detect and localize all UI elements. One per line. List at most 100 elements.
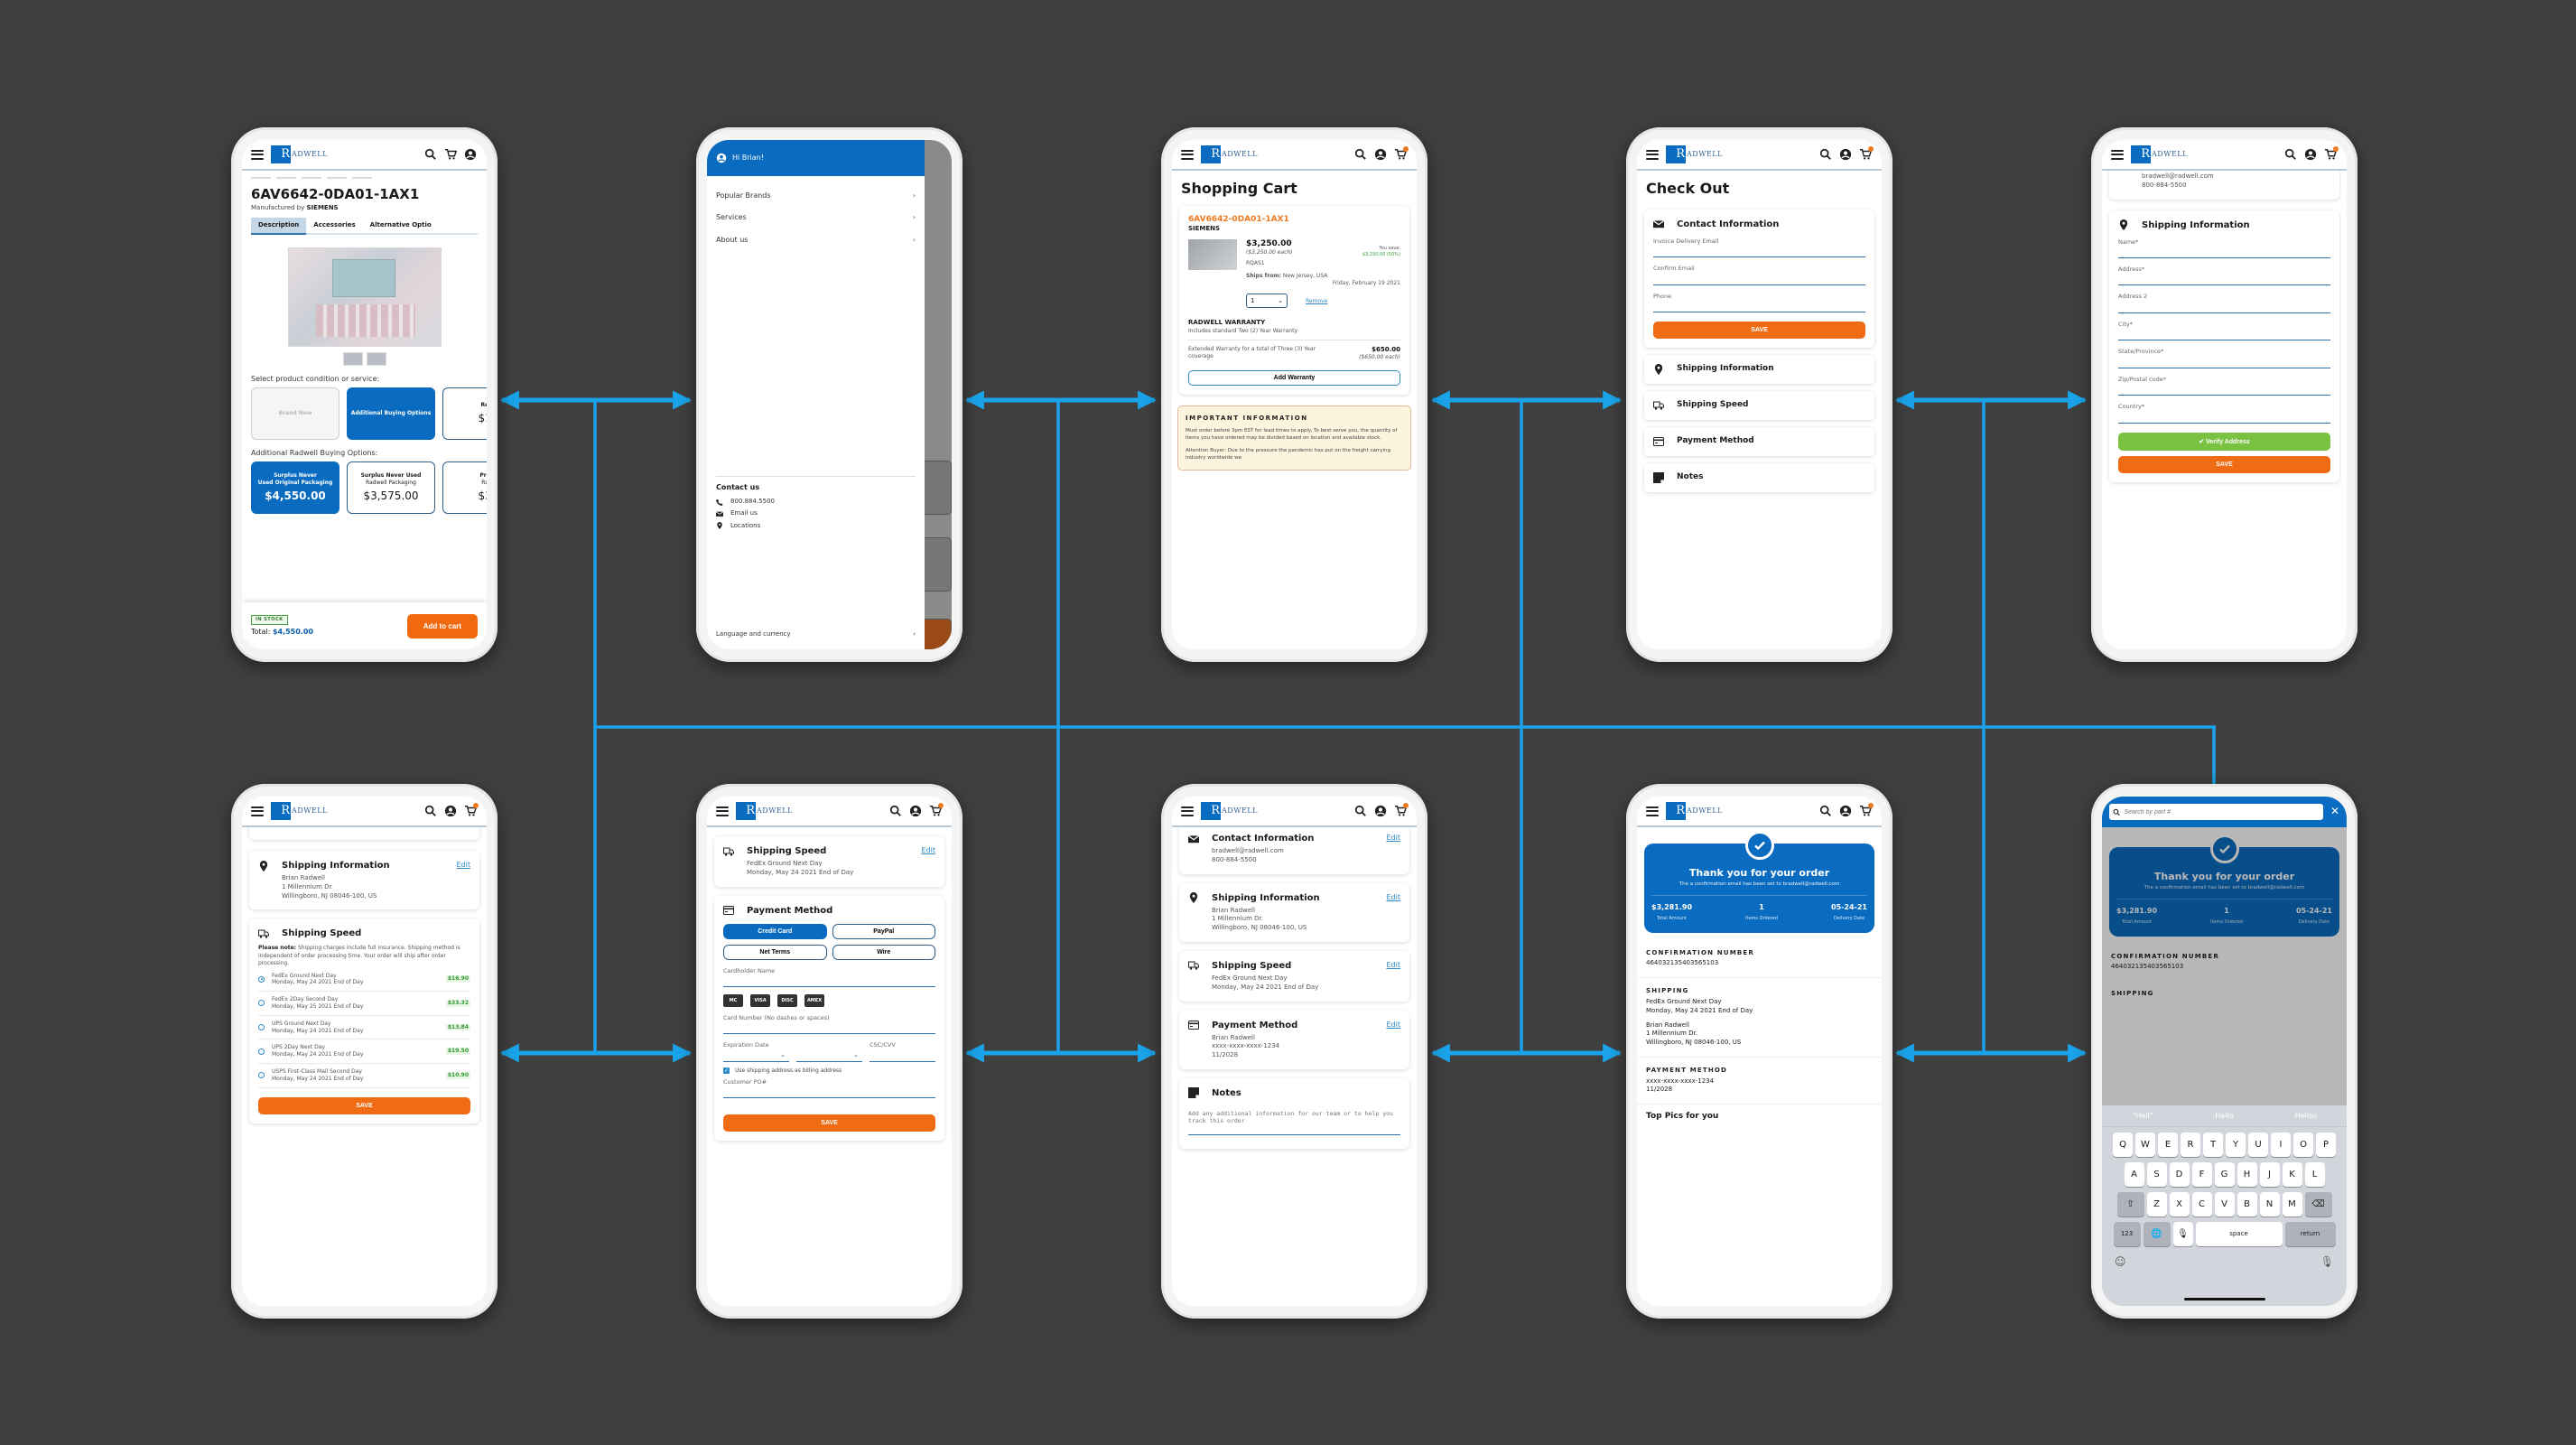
phone-input[interactable] — [1653, 300, 1865, 313]
country-input[interactable] — [2118, 410, 2330, 424]
condition-option-repair[interactable]: Rep$1, — [442, 387, 487, 441]
csc-input[interactable] — [870, 1049, 935, 1062]
radio-button[interactable] — [258, 1000, 265, 1007]
search-icon[interactable] — [423, 147, 438, 162]
hamburger-menu-icon[interactable] — [251, 149, 264, 160]
cart-icon[interactable] — [1393, 146, 1409, 162]
pay-option-wire[interactable]: Wire — [832, 944, 935, 960]
account-icon[interactable] — [463, 147, 478, 162]
address-input[interactable] — [2118, 273, 2330, 286]
radio-button[interactable] — [258, 1072, 265, 1079]
key[interactable]: Y — [2226, 1133, 2246, 1157]
confirm-email-input[interactable] — [1653, 272, 1865, 285]
key[interactable]: J — [2259, 1162, 2280, 1187]
radwell-logo[interactable]: R ADWELL — [271, 145, 328, 163]
shipping-option[interactable]: FedEx Ground Next Day Monday, May 24 2021… — [258, 968, 470, 993]
email-link[interactable]: Email us — [716, 509, 916, 517]
account-icon[interactable] — [2303, 147, 2318, 162]
key[interactable]: Q — [2113, 1133, 2133, 1157]
microphone-icon[interactable]: 🎙 — [2320, 1255, 2334, 1270]
tab-alternative-options[interactable]: Alternative Optio — [363, 218, 439, 233]
key[interactable]: U — [2248, 1133, 2268, 1157]
key[interactable]: F — [2191, 1162, 2212, 1187]
key[interactable]: V — [2214, 1192, 2235, 1217]
save-button[interactable]: SAVE — [2118, 455, 2330, 473]
add-to-cart-button[interactable]: Add to cart — [406, 613, 478, 639]
close-icon[interactable]: ✕ — [2330, 805, 2339, 819]
cart-icon[interactable] — [1858, 803, 1874, 818]
cart-icon[interactable] — [1858, 146, 1874, 162]
hamburger-menu-icon[interactable] — [716, 806, 729, 816]
invoice-email-input[interactable] — [1653, 245, 1865, 258]
menu-item-about-us[interactable]: About us › — [707, 229, 925, 251]
key[interactable]: X — [2169, 1192, 2190, 1217]
radwell-logo[interactable]: R ADWELL — [2131, 145, 2188, 163]
radwell-logo[interactable]: R ADWELL — [271, 802, 328, 820]
globe-key[interactable]: 🌐 — [2143, 1222, 2171, 1246]
thumbnail[interactable] — [366, 351, 386, 366]
hamburger-menu-icon[interactable] — [1646, 149, 1659, 160]
key[interactable]: I — [2271, 1133, 2291, 1157]
section-notes[interactable]: Notes — [1644, 463, 1874, 492]
hamburger-menu-icon[interactable] — [1181, 806, 1194, 816]
condition-option-brand-new[interactable]: Brand New — [251, 387, 339, 441]
account-icon[interactable] — [443, 804, 458, 818]
key[interactable]: E — [2158, 1133, 2178, 1157]
search-icon[interactable] — [1353, 147, 1368, 162]
zip-input[interactable] — [2118, 383, 2330, 396]
backspace-key[interactable]: ⌫ — [2304, 1192, 2332, 1217]
menu-item-services[interactable]: Services › — [707, 207, 925, 228]
radwell-logo[interactable]: R ADWELL — [1201, 145, 1258, 163]
hamburger-menu-icon[interactable] — [1646, 806, 1659, 816]
radio-button[interactable] — [258, 1024, 265, 1031]
radwell-logo[interactable]: R ADWELL — [1201, 802, 1258, 820]
add-warranty-button[interactable]: Add Warranty — [1188, 370, 1400, 387]
cardholder-name-input[interactable] — [723, 974, 935, 988]
customer-po-input[interactable] — [723, 1086, 935, 1099]
key[interactable]: S — [2146, 1162, 2167, 1187]
key[interactable]: M — [2282, 1192, 2302, 1217]
numbers-key[interactable]: 123 — [2113, 1222, 2141, 1246]
language-currency-item[interactable]: Language and currency › — [716, 630, 916, 639]
key[interactable]: P — [2316, 1133, 2336, 1157]
condition-option-additional[interactable]: Additional Buying Options — [347, 387, 435, 441]
quantity-select[interactable]: 1 ⌄ — [1246, 294, 1288, 309]
product-image[interactable] — [287, 247, 442, 347]
edit-link[interactable]: Edit — [457, 861, 471, 870]
card-number-input[interactable] — [723, 1021, 935, 1035]
cart-icon[interactable] — [2323, 146, 2339, 162]
breadcrumb[interactable] — [242, 171, 487, 182]
cart-icon[interactable] — [1393, 803, 1409, 818]
key[interactable]: D — [2169, 1162, 2190, 1187]
key[interactable]: L — [2304, 1162, 2325, 1187]
key[interactable]: K — [2282, 1162, 2302, 1187]
section-shipping-information[interactable]: Shipping Information — [1644, 355, 1874, 384]
tab-accessories[interactable]: Accessories — [306, 218, 362, 233]
radwell-logo[interactable]: R ADWELL — [736, 802, 793, 820]
cart-icon[interactable] — [928, 803, 944, 818]
section-payment-method[interactable]: Payment Method — [1644, 427, 1874, 456]
pay-option-paypal[interactable]: PayPal — [832, 923, 935, 939]
save-button[interactable]: SAVE — [258, 1096, 470, 1114]
key[interactable]: C — [2191, 1192, 2212, 1217]
buying-option-surplus-radwell[interactable]: Surplus Never Used Radwell Packaging $3,57… — [347, 461, 435, 515]
section-shipping-speed[interactable]: Shipping Speed — [1644, 391, 1874, 420]
account-icon[interactable] — [1373, 804, 1388, 818]
suggestion[interactable]: Hello — [2183, 1105, 2264, 1126]
search-icon[interactable] — [888, 804, 903, 818]
remove-link[interactable]: Remove — [1306, 298, 1327, 305]
city-input[interactable] — [2118, 328, 2330, 341]
search-icon[interactable] — [1353, 804, 1368, 818]
name-input[interactable] — [2118, 246, 2330, 259]
key[interactable]: W — [2135, 1133, 2155, 1157]
phone-link[interactable]: 800.884.5500 — [716, 498, 916, 506]
menu-item-popular-brands[interactable]: Popular Brands › — [707, 185, 925, 207]
buying-option-surplus-original[interactable]: Surplus Never Used Original Packaging $4,5… — [251, 461, 339, 515]
search-input[interactable] — [2124, 808, 2320, 816]
radwell-logo[interactable]: R ADWELL — [1666, 145, 1723, 163]
state-input[interactable] — [2118, 355, 2330, 368]
account-icon[interactable] — [1838, 147, 1853, 162]
search-icon[interactable] — [423, 804, 438, 818]
save-button[interactable]: SAVE — [1653, 322, 1865, 340]
locations-link[interactable]: Locations — [716, 522, 916, 530]
